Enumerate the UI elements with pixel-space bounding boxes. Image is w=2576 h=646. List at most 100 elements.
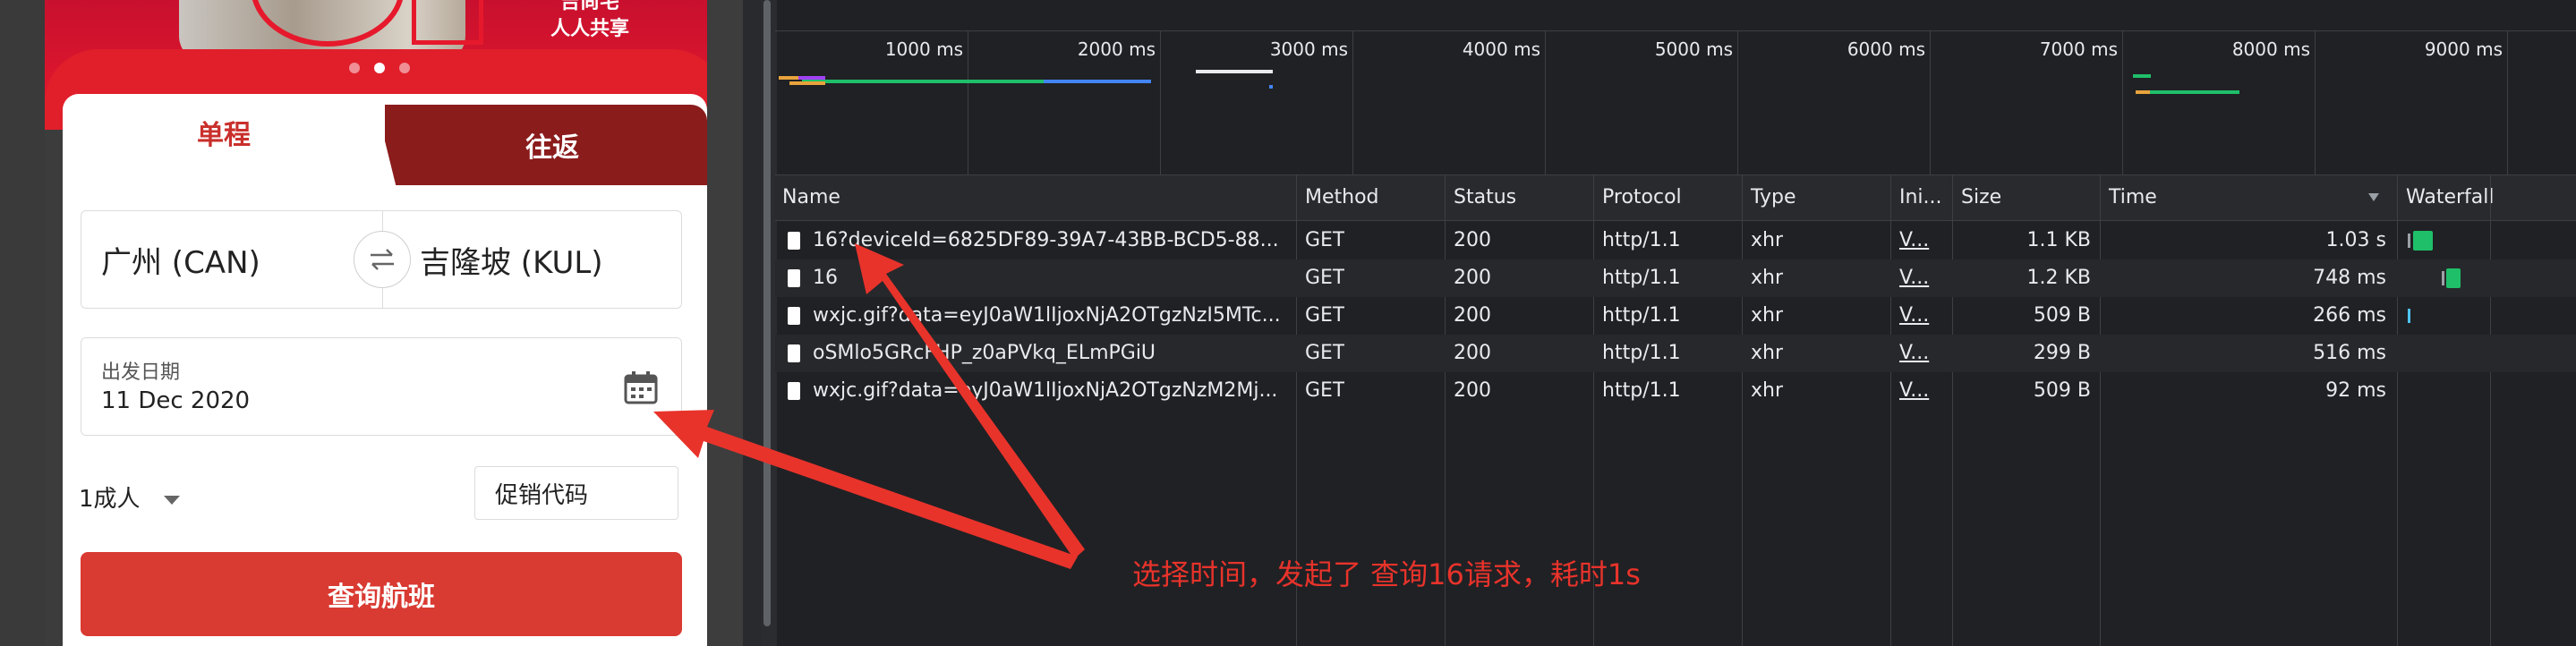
- annotation-label: 选择时间，发起了 查询16请求，耗时1s: [1132, 557, 1641, 591]
- table-row[interactable]: wxjc.gif?data=eyJ0aW1lIjoxNjA2OTgzNzI5MT…: [775, 297, 2576, 335]
- tab-oneway[interactable]: 单程: [63, 94, 385, 183]
- document-icon: [788, 344, 800, 362]
- request-method: GET: [1305, 342, 1345, 364]
- request-method: GET: [1305, 304, 1345, 327]
- table-row[interactable]: oSMlo5GRcFHP_z0aPVkq_ELmPGiU GET 200 htt…: [775, 335, 2576, 372]
- destination-field[interactable]: 吉隆坡 (KUL): [420, 211, 603, 308]
- network-request-table: Name Method Status Protocol Type Ini... …: [775, 175, 2576, 646]
- column-header-type[interactable]: Type: [1751, 175, 1796, 220]
- phone-right-margin: [707, 0, 743, 646]
- waterfall-stall-bar: [2408, 234, 2410, 248]
- request-status: 200: [1454, 229, 1491, 251]
- column-header-name[interactable]: Name: [782, 175, 840, 220]
- overview-request-bar: [779, 76, 798, 80]
- request-initiator-link[interactable]: V...: [1899, 222, 1944, 259]
- request-initiator-link[interactable]: V...: [1899, 335, 1944, 372]
- phone-left-margin: [0, 0, 45, 646]
- request-status: 200: [1454, 304, 1491, 327]
- timeline-gridline: 4000 ms: [1463, 31, 1546, 174]
- passenger-count: 1成人: [79, 486, 141, 513]
- chevron-down-icon: [163, 495, 180, 505]
- column-header-method[interactable]: Method: [1305, 175, 1379, 220]
- carousel-dot[interactable]: [349, 63, 360, 73]
- column-header-time[interactable]: Time: [2109, 175, 2157, 220]
- column-header-size[interactable]: Size: [1961, 175, 2001, 220]
- request-time: 266 ms: [2313, 304, 2386, 327]
- request-name: 16: [813, 267, 838, 289]
- timeline-tick-label: 2000 ms: [1077, 38, 1156, 60]
- tab-return[interactable]: 往返: [376, 105, 707, 185]
- timeline-tick-label: 8000 ms: [2231, 38, 2310, 60]
- request-size: 299 B: [2033, 342, 2091, 364]
- timeline-gridline: 5000 ms: [1655, 31, 1738, 174]
- request-name: oSMlo5GRcFHP_z0aPVkq_ELmPGiU: [813, 342, 1156, 364]
- request-status: 200: [1454, 342, 1491, 364]
- search-flights-button[interactable]: 查询航班: [81, 552, 682, 636]
- request-method: GET: [1305, 379, 1345, 402]
- request-type: xhr: [1751, 304, 1784, 327]
- document-icon: [788, 269, 800, 287]
- overview-request-bar: [789, 81, 825, 85]
- request-initiator-link[interactable]: V...: [1899, 259, 1944, 297]
- request-time: 748 ms: [2313, 267, 2386, 289]
- network-overview-timeline[interactable]: 1000 ms 2000 ms 3000 ms 4000 ms 5000 ms …: [775, 30, 2576, 175]
- request-time: 92 ms: [2325, 379, 2386, 402]
- timeline-gridline: 9000 ms: [2425, 31, 2508, 174]
- request-name: 16?deviceId=6825DF89-39A7-43BB-BCD5-88..…: [813, 229, 1279, 251]
- request-time: 516 ms: [2313, 342, 2386, 364]
- request-type: xhr: [1751, 267, 1784, 289]
- departure-date-field[interactable]: 出发日期 11 Dec 2020: [81, 337, 682, 436]
- request-time: 1.03 s: [2325, 229, 2386, 251]
- timeline-tick-label: 4000 ms: [1462, 38, 1540, 60]
- overview-request-bar: [1044, 80, 1151, 83]
- timeline-gridline: 3000 ms: [1270, 31, 1353, 174]
- request-status: 200: [1454, 267, 1491, 289]
- passenger-selector[interactable]: 1成人: [79, 480, 180, 514]
- swap-arrows-icon[interactable]: [354, 231, 411, 288]
- request-protocol: http/1.1: [1602, 229, 1681, 251]
- waterfall-bar[interactable]: [2446, 268, 2461, 288]
- promo-code-input[interactable]: 促销代码: [474, 466, 678, 520]
- request-initiator-link[interactable]: V...: [1899, 297, 1944, 335]
- timeline-gridline: 2000 ms: [1078, 31, 1161, 174]
- devtools-network-panel: 1000 ms 2000 ms 3000 ms 4000 ms 5000 ms …: [761, 0, 2576, 646]
- sort-descending-icon[interactable]: [2368, 193, 2379, 201]
- calendar-icon[interactable]: [623, 370, 659, 405]
- carousel-dot[interactable]: [399, 63, 410, 73]
- request-method: GET: [1305, 267, 1345, 289]
- resize-handle[interactable]: [763, 0, 771, 626]
- column-header-initiator[interactable]: Ini...: [1899, 175, 1942, 220]
- table-row[interactable]: 16?deviceId=6825DF89-39A7-43BB-BCD5-88..…: [775, 222, 2576, 259]
- table-row[interactable]: wxjc.gif?data=eyJ0aW1lIjoxNjA2OTgzNzM2Mj…: [775, 372, 2576, 410]
- request-type: xhr: [1751, 342, 1784, 364]
- banner-slogan: 吉尚宅 人人共享: [550, 0, 629, 43]
- origin-field[interactable]: 广州 (CAN): [101, 211, 260, 308]
- request-type: xhr: [1751, 379, 1784, 402]
- table-row[interactable]: 16 GET 200 http/1.1 xhr V... 1.2 KB 748 …: [775, 259, 2576, 297]
- carousel-dots: [349, 63, 410, 73]
- route-selector: 广州 (CAN) 吉隆坡 (KUL): [81, 210, 682, 309]
- timeline-tick-label: 3000 ms: [1269, 38, 1348, 60]
- column-header-status[interactable]: Status: [1454, 175, 1516, 220]
- request-protocol: http/1.1: [1602, 342, 1681, 364]
- column-header-protocol[interactable]: Protocol: [1602, 175, 1682, 220]
- column-header-waterfall[interactable]: Waterfall: [2406, 175, 2494, 220]
- request-type: xhr: [1751, 229, 1784, 251]
- timeline-tick-label: 1000 ms: [884, 38, 963, 60]
- carousel-dot-active[interactable]: [374, 63, 385, 73]
- document-icon: [788, 232, 800, 250]
- search-card: 往返 单程 广州 (CAN) 吉隆坡 (KUL) 出发日期 11 Dec 202…: [63, 94, 707, 646]
- request-protocol: http/1.1: [1602, 379, 1681, 402]
- timeline-tick-label: 6000 ms: [1847, 38, 1925, 60]
- mobile-booking-app: 吉尚宅 人人共享 往返 单程 广州 (CAN) 吉隆坡 (KUL) 出发日期 1…: [45, 0, 725, 646]
- timeline-gridline: 7000 ms: [2040, 31, 2123, 174]
- waterfall-bar[interactable]: [2413, 231, 2433, 251]
- request-method: GET: [1305, 229, 1345, 251]
- request-size: 509 B: [2033, 379, 2091, 402]
- timeline-gridline: 6000 ms: [1847, 31, 1931, 174]
- request-size: 509 B: [2033, 304, 2091, 327]
- request-name: wxjc.gif?data=eyJ0aW1lIjoxNjA2OTgzNzM2Mj…: [813, 379, 1278, 402]
- overview-request-bar: [2136, 90, 2150, 94]
- request-initiator-link[interactable]: V...: [1899, 372, 1944, 410]
- banner-square-graphic: [412, 0, 483, 45]
